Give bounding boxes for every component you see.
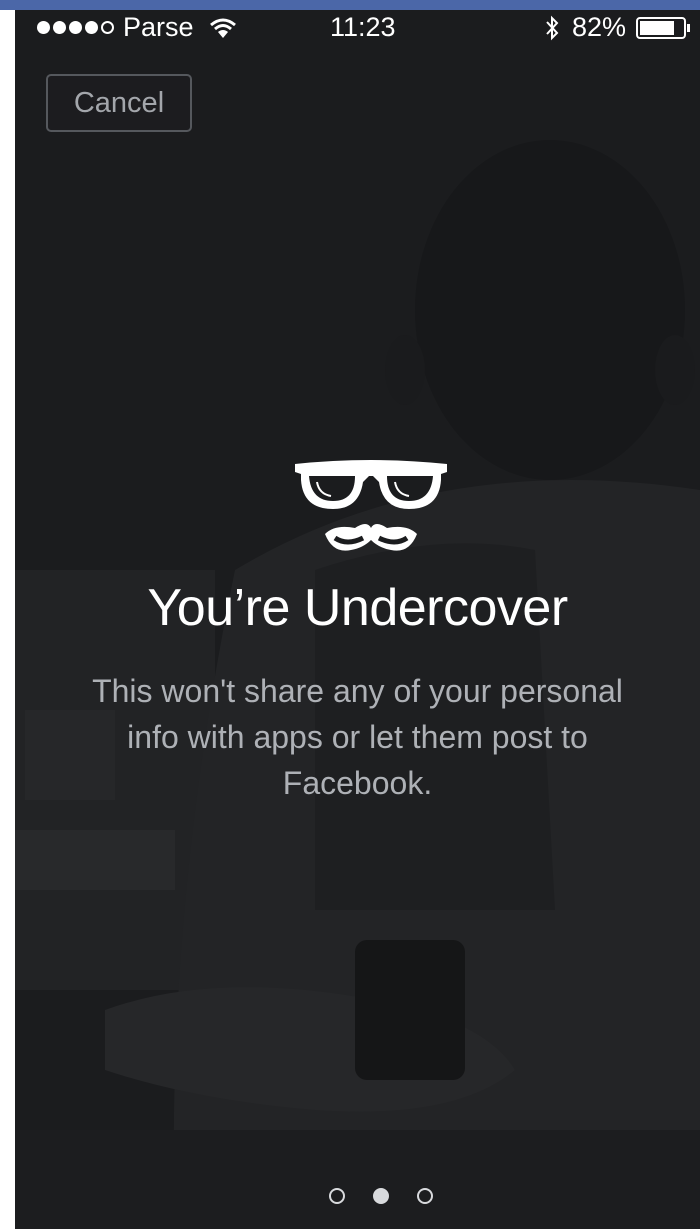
description-text: This won't share any of your personal in… (92, 673, 623, 801)
page-indicator[interactable] (315, 1188, 447, 1204)
page-dot-2[interactable] (373, 1188, 389, 1204)
bluetooth-icon (546, 15, 559, 40)
screen: Parse 11:23 82% Cancel You’re Undercover… (0, 0, 700, 1229)
signal-dots-icon (37, 21, 117, 34)
battery-percentage: 82% (571, 12, 626, 42)
status-time: 11:23 (330, 12, 396, 42)
wifi-icon (209, 18, 236, 38)
page-title: You’re Undercover (147, 579, 568, 637)
battery-icon (636, 16, 690, 39)
top-strip (0, 0, 700, 10)
status-left: Parse (37, 12, 238, 43)
carrier-name: Parse (123, 12, 194, 42)
status-bar: Parse 11:23 82% (15, 10, 700, 46)
status-right: 82% (544, 12, 692, 43)
page-dot-3[interactable] (417, 1188, 433, 1204)
glasses-mustache-icon (295, 460, 447, 551)
phone-screen: Parse 11:23 82% Cancel You’re Undercover… (15, 10, 700, 1229)
cancel-button[interactable]: Cancel (46, 74, 192, 132)
page-dot-1[interactable] (329, 1188, 345, 1204)
